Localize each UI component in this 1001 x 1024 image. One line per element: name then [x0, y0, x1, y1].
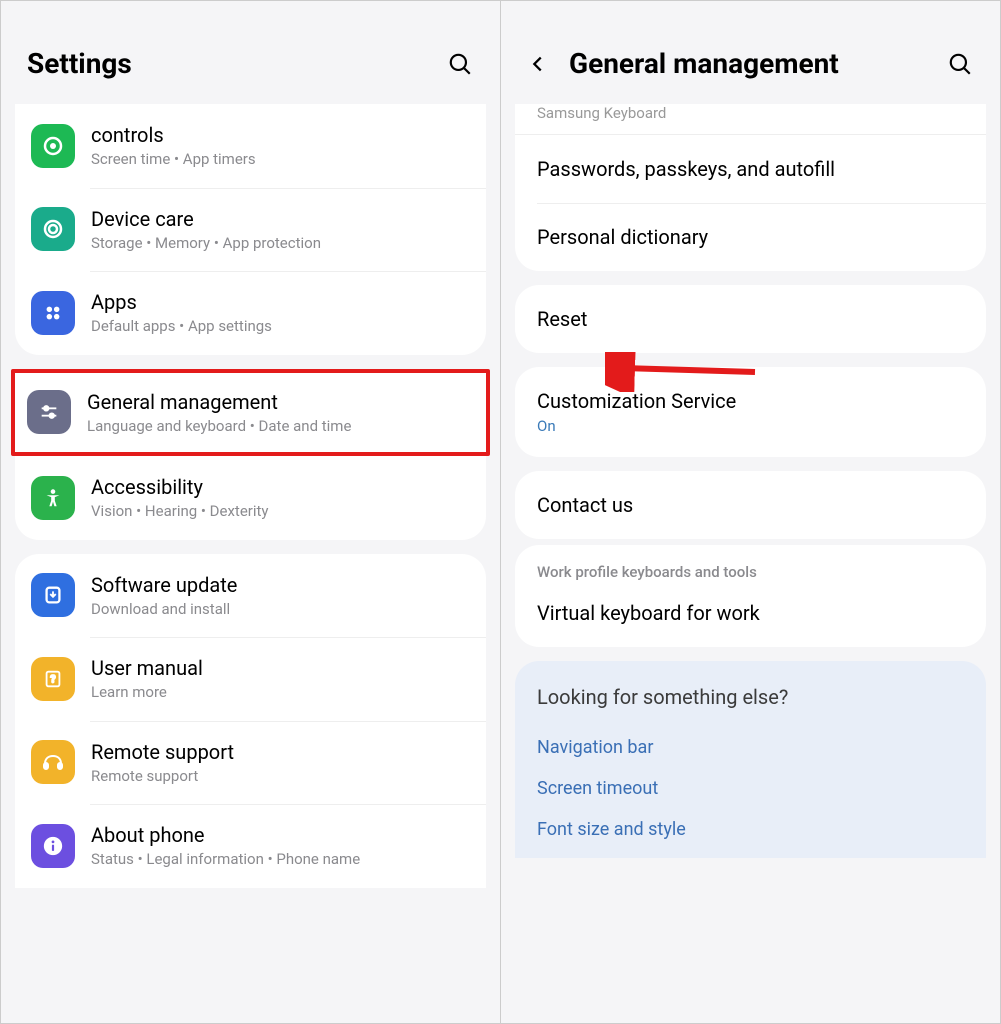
- row-status: On: [537, 417, 964, 435]
- suggestions-title: Looking for something else?: [537, 685, 964, 709]
- search-icon: [947, 51, 973, 77]
- highlight-general-management: General management Language and keyboard…: [11, 369, 490, 457]
- row-title: User manual: [91, 655, 470, 681]
- wellbeing-icon: [31, 124, 75, 168]
- gm-group-customization: Customization Service On: [515, 367, 986, 457]
- general-management-icon: [27, 390, 71, 434]
- row-title: Apps: [91, 289, 470, 315]
- row-text: Device care Storage • Memory • App prote…: [91, 206, 470, 254]
- suggestions-card: Looking for something else? Navigation b…: [515, 661, 986, 858]
- search-button[interactable]: [446, 50, 474, 78]
- row-title: Remote support: [91, 739, 470, 765]
- suggestion-link-font-size[interactable]: Font size and style: [537, 809, 964, 850]
- row-subtitle: Learn more: [91, 683, 470, 703]
- gm-item-passwords[interactable]: Passwords, passkeys, and autofill: [515, 134, 986, 203]
- general-management-pane: General management Samsung Keyboard Pass…: [501, 1, 1000, 1023]
- gm-item-personal-dictionary[interactable]: Personal dictionary: [515, 203, 986, 271]
- device-care-icon: [31, 207, 75, 251]
- settings-item-accessibility[interactable]: Accessibility Vision • Hearing • Dexteri…: [15, 456, 486, 540]
- gm-item-samsung-keyboard-partial[interactable]: Samsung Keyboard: [515, 104, 986, 134]
- settings-item-user-manual[interactable]: ? User manual Learn more: [15, 637, 486, 721]
- row-subtitle: Language and keyboard • Date and time: [87, 417, 474, 437]
- svg-text:?: ?: [50, 674, 55, 685]
- row-subtitle: Status • Legal information • Phone name: [91, 850, 470, 870]
- back-button[interactable]: [527, 53, 559, 75]
- apps-icon: [31, 291, 75, 335]
- settings-header: Settings: [1, 1, 500, 104]
- gm-item-virtual-keyboard-work[interactable]: Virtual keyboard for work: [515, 587, 986, 647]
- settings-pane: Settings controls Screen time • App time…: [1, 1, 501, 1023]
- row-title: Customization Service: [537, 389, 964, 413]
- settings-group-3: Software update Download and install ? U…: [15, 554, 486, 888]
- row-text: Software update Download and install: [91, 572, 470, 620]
- row-text: About phone Status • Legal information •…: [91, 822, 470, 870]
- page-title: Settings: [27, 47, 446, 80]
- accessibility-icon: [31, 476, 75, 520]
- row-subtitle: Storage • Memory • App protection: [91, 234, 470, 254]
- row-subtitle: Vision • Hearing • Dexterity: [91, 502, 470, 522]
- settings-group-2a: General management Language and keyboard…: [15, 373, 486, 453]
- row-text: Remote support Remote support: [91, 739, 470, 787]
- row-text: Apps Default apps • App settings: [91, 289, 470, 337]
- row-text: General management Language and keyboard…: [87, 389, 474, 437]
- row-title: Device care: [91, 206, 470, 232]
- settings-group-1: controls Screen time • App timers Device…: [15, 104, 486, 355]
- settings-item-software-update[interactable]: Software update Download and install: [15, 554, 486, 638]
- settings-item-digital-wellbeing[interactable]: controls Screen time • App timers: [15, 104, 486, 188]
- row-title: Passwords, passkeys, and autofill: [537, 157, 964, 181]
- row-title: controls: [91, 122, 470, 148]
- row-text: User manual Learn more: [91, 655, 470, 703]
- row-title: About phone: [91, 822, 470, 848]
- page-title: General management: [569, 47, 946, 80]
- row-subtitle: Default apps • App settings: [91, 317, 470, 337]
- section-header-work: Work profile keyboards and tools: [515, 545, 986, 587]
- row-title: Accessibility: [91, 474, 470, 500]
- search-icon: [447, 51, 473, 77]
- row-title: Software update: [91, 572, 470, 598]
- row-title: Contact us: [537, 493, 964, 517]
- user-manual-icon: ?: [31, 657, 75, 701]
- gm-header: General management: [501, 1, 1000, 104]
- row-subtitle: Remote support: [91, 767, 470, 787]
- row-title: Personal dictionary: [537, 225, 964, 249]
- suggestion-link-navigation-bar[interactable]: Navigation bar: [537, 727, 964, 768]
- row-title: General management: [87, 389, 474, 415]
- row-text: Accessibility Vision • Hearing • Dexteri…: [91, 474, 470, 522]
- about-phone-icon: [31, 824, 75, 868]
- row-title: Virtual keyboard for work: [537, 601, 964, 625]
- gm-item-contact-us[interactable]: Contact us: [515, 471, 986, 539]
- settings-item-device-care[interactable]: Device care Storage • Memory • App prote…: [15, 188, 486, 272]
- settings-item-remote-support[interactable]: Remote support Remote support: [15, 721, 486, 805]
- row-text: controls Screen time • App timers: [91, 122, 470, 170]
- gm-group-top: Samsung Keyboard Passwords, passkeys, an…: [515, 104, 986, 271]
- software-update-icon: [31, 573, 75, 617]
- settings-item-general-management[interactable]: General management Language and keyboard…: [15, 373, 486, 453]
- row-subtitle: Screen time • App timers: [91, 150, 470, 170]
- row-title: Reset: [537, 307, 964, 331]
- gm-group-reset: Reset: [515, 285, 986, 353]
- chevron-left-icon: [527, 53, 549, 75]
- row-subtitle: Download and install: [91, 600, 470, 620]
- gm-group-contact: Contact us: [515, 471, 986, 539]
- settings-item-about-phone[interactable]: About phone Status • Legal information •…: [15, 804, 486, 888]
- suggestion-link-screen-timeout[interactable]: Screen timeout: [537, 768, 964, 809]
- remote-support-icon: [31, 740, 75, 784]
- gm-group-work: Work profile keyboards and tools Virtual…: [515, 545, 986, 647]
- settings-group-2b: Accessibility Vision • Hearing • Dexteri…: [15, 456, 486, 540]
- settings-item-apps[interactable]: Apps Default apps • App settings: [15, 271, 486, 355]
- gm-item-reset[interactable]: Reset: [515, 285, 986, 353]
- gm-item-customization-service[interactable]: Customization Service On: [515, 367, 986, 457]
- search-button[interactable]: [946, 50, 974, 78]
